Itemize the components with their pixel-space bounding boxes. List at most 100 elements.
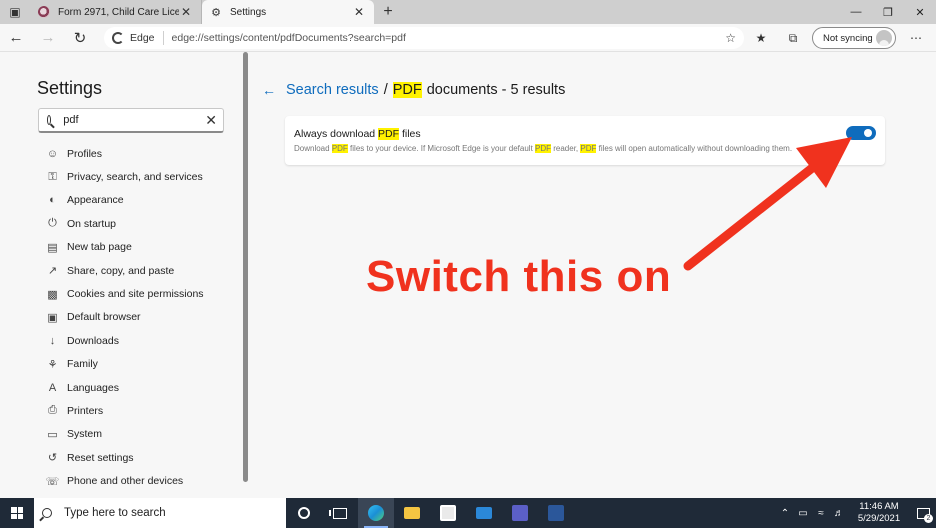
toggle-knob [864,129,872,137]
system-icon: ▭ [47,428,58,441]
sidebar-item-default-browser[interactable]: ▣ Default browser [46,306,204,329]
settings-search-box[interactable]: ✕ [38,108,224,133]
wifi-icon[interactable]: ≈ [812,498,830,528]
search-results-link[interactable]: Search results [286,82,379,98]
sidebar-scrollbar[interactable] [243,52,248,482]
taskbar-edge[interactable] [358,498,394,528]
browser-icon: ▣ [47,311,58,324]
search-highlight: PDF [378,128,400,140]
forward-button[interactable]: → [32,24,64,52]
mail-icon [476,507,492,519]
sidebar-item-label: Profiles [67,147,103,160]
screen: ▣ Form 2971, Child Care Licensing ✕ ⚙ Se… [0,0,936,528]
restore-icon[interactable]: ❐ [872,0,904,24]
sidebar-item-label: System [67,428,103,441]
task-view-icon [329,507,347,519]
settings-sidebar: Settings ✕ ☺ Profiles ⚿ Privacy, search, a… [0,52,250,498]
sidebar-item-downloads[interactable]: ↓ Downloads [46,329,204,352]
sidebar-item-family[interactable]: ⚘ Family [46,353,204,376]
setting-title-text: files [399,128,421,140]
sidebar-item-label: Languages [67,381,119,394]
search-icon [42,508,52,518]
back-button[interactable]: ← [0,24,32,52]
close-icon[interactable]: ✕ [352,5,366,19]
taskbar-search[interactable]: Type here to search [34,498,286,528]
tab-form[interactable]: Form 2971, Child Care Licensing ✕ [30,0,202,24]
sidebar-item-label: Privacy, search, and services [67,171,203,184]
printer-icon: ⎙ [48,404,57,417]
appearance-icon: ◐ [49,194,56,207]
battery-icon[interactable]: ▭ [794,498,812,528]
sidebar-item-new-tab-page[interactable]: ▤ New tab page [46,236,204,259]
sync-label: Not syncing [823,32,873,44]
gear-icon: ⚙ [211,6,221,19]
taskbar-store[interactable] [430,498,466,528]
sidebar-item-label: Reset settings [67,451,134,464]
notifications-button[interactable]: 2 [910,498,936,528]
power-icon: ⏻ [48,217,57,230]
search-highlight: PDF [331,144,348,153]
sidebar-item-appearance[interactable]: ◐ Appearance [46,189,204,212]
window-controls: — ❐ ✕ [840,0,936,24]
sidebar-item-reset[interactable]: ↺ Reset settings [46,446,204,469]
search-icon [47,115,52,125]
address-bar[interactable]: Edge edge://settings/content/pdfDocument… [104,27,744,49]
taskbar-word[interactable] [538,498,574,528]
desc-text: reader, [551,144,581,153]
cortana-button[interactable] [286,498,322,528]
tab-settings[interactable]: ⚙ Settings ✕ [202,0,374,24]
system-tray: ⌃ ▭ ≈ ♬ 11:46 AM 5/29/2021 2 [776,498,936,528]
sidebar-item-languages[interactable]: A Languages [46,376,204,399]
setting-title-text: Always download [294,128,379,140]
settings-nav: ☺ Profiles ⚿ Privacy, search, and services… [46,142,204,493]
sidebar-item-system[interactable]: ▭ System [46,423,204,446]
notification-badge: 2 [924,514,933,523]
sidebar-item-printers[interactable]: ⎙ Printers [46,399,204,422]
tab-actions-icon[interactable]: ▣ [0,0,30,24]
settings-search-input[interactable] [63,114,206,126]
setting-card: Always download PDF files Download PDF f… [285,116,885,165]
sidebar-item-privacy[interactable]: ⚿ Privacy, search, and services [46,165,204,188]
more-menu-icon[interactable]: ⋯ [903,24,929,52]
new-tab-button[interactable]: + [374,0,402,24]
phone-icon: ☏ [45,475,60,488]
volume-icon[interactable]: ♬ [830,498,848,528]
family-icon: ⚘ [47,358,58,371]
clear-search-icon[interactable]: ✕ [205,112,217,129]
minimize-icon[interactable]: — [840,0,872,24]
taskbar-teams[interactable] [502,498,538,528]
store-icon [440,505,456,521]
close-icon[interactable]: ✕ [179,5,193,19]
add-favorite-icon[interactable]: ☆ [725,31,736,45]
always-download-pdf-toggle[interactable] [846,126,876,140]
desc-text: files to your device. If Microsoft Edge … [347,144,536,153]
collections-icon[interactable]: ⧉ [780,24,806,52]
sidebar-item-label: Family [67,358,98,371]
annotation-text: Switch this on [366,252,672,301]
back-arrow-icon[interactable]: ← [262,82,276,98]
sidebar-item-label: New tab page [67,241,132,254]
show-hidden-icons[interactable]: ⌃ [776,498,794,528]
form-favicon-icon [38,6,50,18]
start-button[interactable] [0,498,34,528]
download-icon: ↓ [49,334,56,347]
favorites-icon[interactable]: ★ [748,24,774,52]
taskbar-mail[interactable] [466,498,502,528]
profile-sync-button[interactable]: Not syncing [812,27,896,49]
sidebar-item-label: On startup [67,217,117,230]
avatar [876,30,892,46]
tab-label: Form 2971, Child Care Licensing [58,6,179,18]
refresh-button[interactable]: ↻ [64,24,96,52]
close-window-icon[interactable]: ✕ [904,0,936,24]
languages-icon: A [48,381,57,394]
profile-icon: ☺ [46,147,59,160]
task-view-button[interactable] [322,498,358,528]
share-icon: ↗ [47,265,58,278]
sidebar-item-profiles[interactable]: ☺ Profiles [46,142,204,165]
sidebar-item-cookies[interactable]: ▩ Cookies and site permissions [46,282,203,305]
sidebar-item-phone[interactable]: ☏ Phone and other devices [46,469,204,492]
taskbar-file-explorer[interactable] [394,498,430,528]
clock[interactable]: 11:46 AM 5/29/2021 [848,501,910,525]
sidebar-item-share[interactable]: ↗ Share, copy, and paste [46,259,204,282]
sidebar-item-on-startup[interactable]: ⏻ On startup [46,212,204,235]
